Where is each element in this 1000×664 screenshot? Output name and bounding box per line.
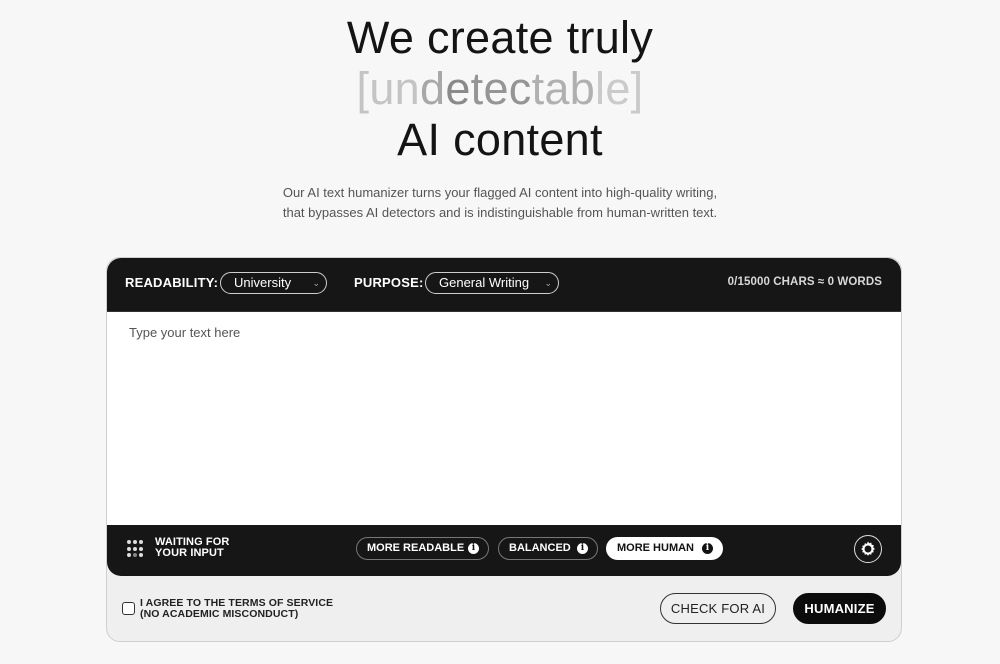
accent-part: tec [470, 63, 532, 114]
accent-part: ab [544, 63, 596, 114]
hero-heading: We create truly [undetectable] AI conten… [0, 12, 1000, 165]
mode-label: MORE HUMAN [617, 542, 694, 554]
accent-part: d [419, 63, 446, 114]
mode-label: MORE READABLE [367, 542, 465, 554]
mode-label: BALANCED [509, 542, 571, 554]
subtitle: Our AI text humanizer turns your flagged… [0, 183, 1000, 222]
mode-balanced[interactable]: BALANCED i [498, 537, 598, 560]
accent-part: un [369, 63, 420, 114]
char-word-counter: 0/15000 CHARS ≈ 0 WORDS [727, 276, 882, 288]
readability-label: READABILITY: [125, 275, 219, 290]
hero-accent-word: [undetectable] [0, 63, 1000, 114]
bracket-open: [ [356, 63, 370, 114]
readability-select[interactable]: University ⌄ [220, 272, 327, 294]
dot-grid-icon [127, 540, 145, 558]
text-input[interactable] [107, 312, 901, 525]
accent-part: t [531, 63, 545, 114]
purpose-label: PURPOSE: [354, 275, 424, 290]
check-for-ai-button[interactable]: CHECK FOR AI [660, 593, 776, 624]
agree-line-2: (NO ACADEMIC MISCONDUCT) [140, 608, 299, 620]
agree-terms-checkbox[interactable] [122, 602, 135, 615]
settings-button[interactable] [854, 535, 882, 563]
info-icon[interactable]: i [577, 543, 588, 554]
info-icon[interactable]: i [468, 543, 479, 554]
purpose-value: General Writing [439, 275, 530, 290]
hero-line-1: We create truly [346, 12, 654, 63]
status-text: WAITING FOR YOUR INPUT [155, 537, 229, 559]
info-icon[interactable]: i [702, 543, 713, 554]
accent-part: e [445, 63, 471, 114]
accent-part: le [595, 63, 631, 114]
agree-terms-label[interactable]: I AGREE TO THE TERMS OF SERVICE (NO ACAD… [140, 598, 333, 620]
status-line-2: YOUR INPUT [155, 547, 224, 559]
mode-more-readable[interactable]: MORE READABLE i [356, 537, 489, 560]
subtitle-line-2: that bypasses AI detectors and is indist… [282, 204, 718, 220]
chevron-down-icon: ⌄ [544, 278, 552, 288]
bracket-close: ] [630, 63, 644, 114]
humanizer-card: READABILITY: University ⌄ PURPOSE: Gener… [106, 257, 902, 642]
hero-line-3: AI content [397, 114, 603, 165]
chevron-down-icon: ⌄ [312, 278, 320, 288]
subtitle-line-1: Our AI text humanizer turns your flagged… [282, 185, 718, 200]
gear-icon [861, 541, 875, 556]
mode-more-human[interactable]: MORE HUMAN i [606, 537, 723, 560]
mode-bar: WAITING FOR YOUR INPUT MORE READABLE i B… [107, 525, 901, 576]
purpose-select[interactable]: General Writing ⌄ [425, 272, 559, 294]
readability-value: University [234, 275, 292, 290]
editor-area [107, 312, 901, 525]
settings-toolbar: READABILITY: University ⌄ PURPOSE: Gener… [107, 258, 901, 312]
humanize-button[interactable]: HUMANIZE [793, 593, 886, 624]
